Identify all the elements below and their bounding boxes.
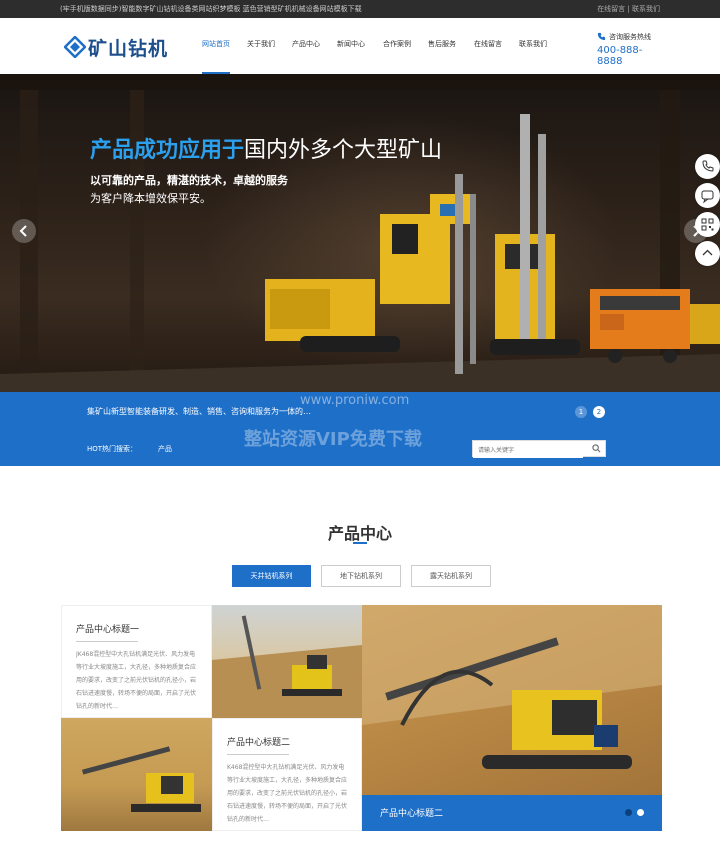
chevron-up-icon — [702, 249, 713, 256]
nav-home[interactable]: 网站首页 — [202, 18, 230, 74]
qrcode-icon — [701, 218, 714, 231]
side-qrcode-button[interactable] — [695, 212, 720, 237]
chevron-left-icon — [19, 225, 27, 237]
top-bar-title: (牢手机版数据同步)智能数字矿山钻机设备类网站织梦模板 蓝色营销型矿机机械设备网… — [60, 5, 362, 13]
caption-dot-1[interactable] — [625, 809, 632, 816]
nav-cases[interactable]: 合作案例 — [383, 18, 411, 74]
hot-search-keyword[interactable]: 产品 — [158, 444, 172, 454]
watermark-url: www.proniw.com — [300, 393, 410, 408]
search-input[interactable] — [473, 443, 583, 458]
top-bar-links[interactable]: 在线留言 | 联系我们 — [597, 0, 660, 18]
top-bar: (牢手机版数据同步)智能数字矿山钻机设备类网站织梦模板 蓝色营销型矿机机械设备网… — [0, 0, 720, 18]
header: 矿山钻机 网站首页 关于我们 产品中心 新闻中心 合作案例 售后服务 在线留言 … — [0, 18, 720, 74]
pager-1[interactable]: 1 — [575, 406, 587, 418]
chat-icon — [701, 190, 714, 204]
product-card-2-title: 产品中心标题二 — [227, 735, 361, 755]
pager-2[interactable]: 2 — [593, 406, 605, 418]
tab-underground[interactable]: 地下钻机系列 — [321, 565, 401, 587]
hotline: 咨询服务热线 400-888-8888 — [597, 32, 667, 67]
nav-news[interactable]: 新闻中心 — [337, 18, 365, 74]
banner-subtitle: 以可靠的产品，精湛的技术，卓越的服务 — [90, 174, 288, 187]
search-icon[interactable] — [592, 444, 601, 453]
search-box — [472, 440, 606, 458]
banner-subtitle-2: 为客户降本增效保平安。 — [90, 192, 211, 205]
nav-products[interactable]: 产品中心 — [292, 18, 320, 74]
banner-drilling-rigs-image — [0, 74, 720, 392]
banner-prev-button[interactable] — [12, 219, 36, 243]
intro-slogan: 集矿山新型智能装备研发、制造、销售、咨询和服务为一体的… — [87, 407, 311, 416]
banner-headline-rest: 国内外多个大型矿山 — [244, 138, 443, 163]
phone-icon — [702, 160, 714, 172]
nav-message[interactable]: 在线留言 — [474, 18, 502, 74]
back-to-top-button[interactable] — [695, 241, 720, 266]
products-section-title: 产品中心 — [327, 524, 392, 543]
section-divider — [353, 542, 367, 544]
side-chat-button[interactable] — [695, 183, 720, 208]
phone-icon — [597, 32, 606, 41]
nav-about[interactable]: 关于我们 — [247, 18, 275, 74]
product-card-1[interactable]: 产品中心标题一 JK468混控型中大孔钻机满足光伏、风力发电等行业大坡度施工，大… — [61, 605, 212, 718]
banner-headline-highlight: 产品成功应用于 — [90, 138, 245, 163]
nav-service[interactable]: 售后服务 — [428, 18, 456, 74]
product-card-2-text: K468混控型中大孔钻机满足光伏、风力发电等行业大坡度施工，大孔径，多种地质复合… — [227, 764, 348, 823]
hotline-number: 400-888-8888 — [597, 45, 643, 67]
product-photo-large[interactable] — [362, 605, 662, 795]
tab-raise-boring[interactable]: 天井钻机系列 — [232, 565, 311, 587]
large-product-caption[interactable]: 产品中心标题二 — [362, 795, 662, 831]
banner-headline: 产品成功应用于国内外多个大型矿山 — [90, 132, 442, 164]
logo[interactable]: 矿山钻机 — [64, 34, 174, 60]
large-product-title: 产品中心标题二 — [380, 809, 444, 819]
product-photo-2[interactable] — [61, 718, 212, 831]
product-card-2[interactable]: 产品中心标题二 K468混控型中大孔钻机满足光伏、风力发电等行业大坡度施工，大孔… — [212, 718, 362, 831]
drill-rig-image — [212, 615, 362, 718]
logo-text: 矿山钻机 — [88, 38, 169, 60]
logo-mark-icon — [64, 36, 86, 58]
hero-banner: 产品成功应用于国内外多个大型矿山 以可靠的产品，精湛的技术，卓越的服务 为客户降… — [0, 74, 720, 392]
product-card-1-text: JK468混控型中大孔钻机满足光伏、风力发电等行业大坡度施工，大孔径，多种地质复… — [76, 651, 197, 710]
hotline-label: 咨询服务热线 — [609, 33, 651, 41]
product-photo-1[interactable] — [212, 605, 362, 718]
hot-search-label: HOT热门搜索： — [87, 445, 138, 453]
side-phone-button[interactable] — [695, 154, 720, 179]
large-drill-rig-image — [362, 605, 662, 769]
product-card-1-title: 产品中心标题一 — [76, 622, 211, 642]
drill-rig-image — [82, 746, 201, 812]
watermark-text: 整站资源VIP免费下载 — [244, 429, 422, 450]
nav-contact[interactable]: 联系我们 — [519, 18, 547, 74]
tab-surface[interactable]: 露天钻机系列 — [411, 565, 491, 587]
caption-dot-2[interactable] — [637, 809, 644, 816]
